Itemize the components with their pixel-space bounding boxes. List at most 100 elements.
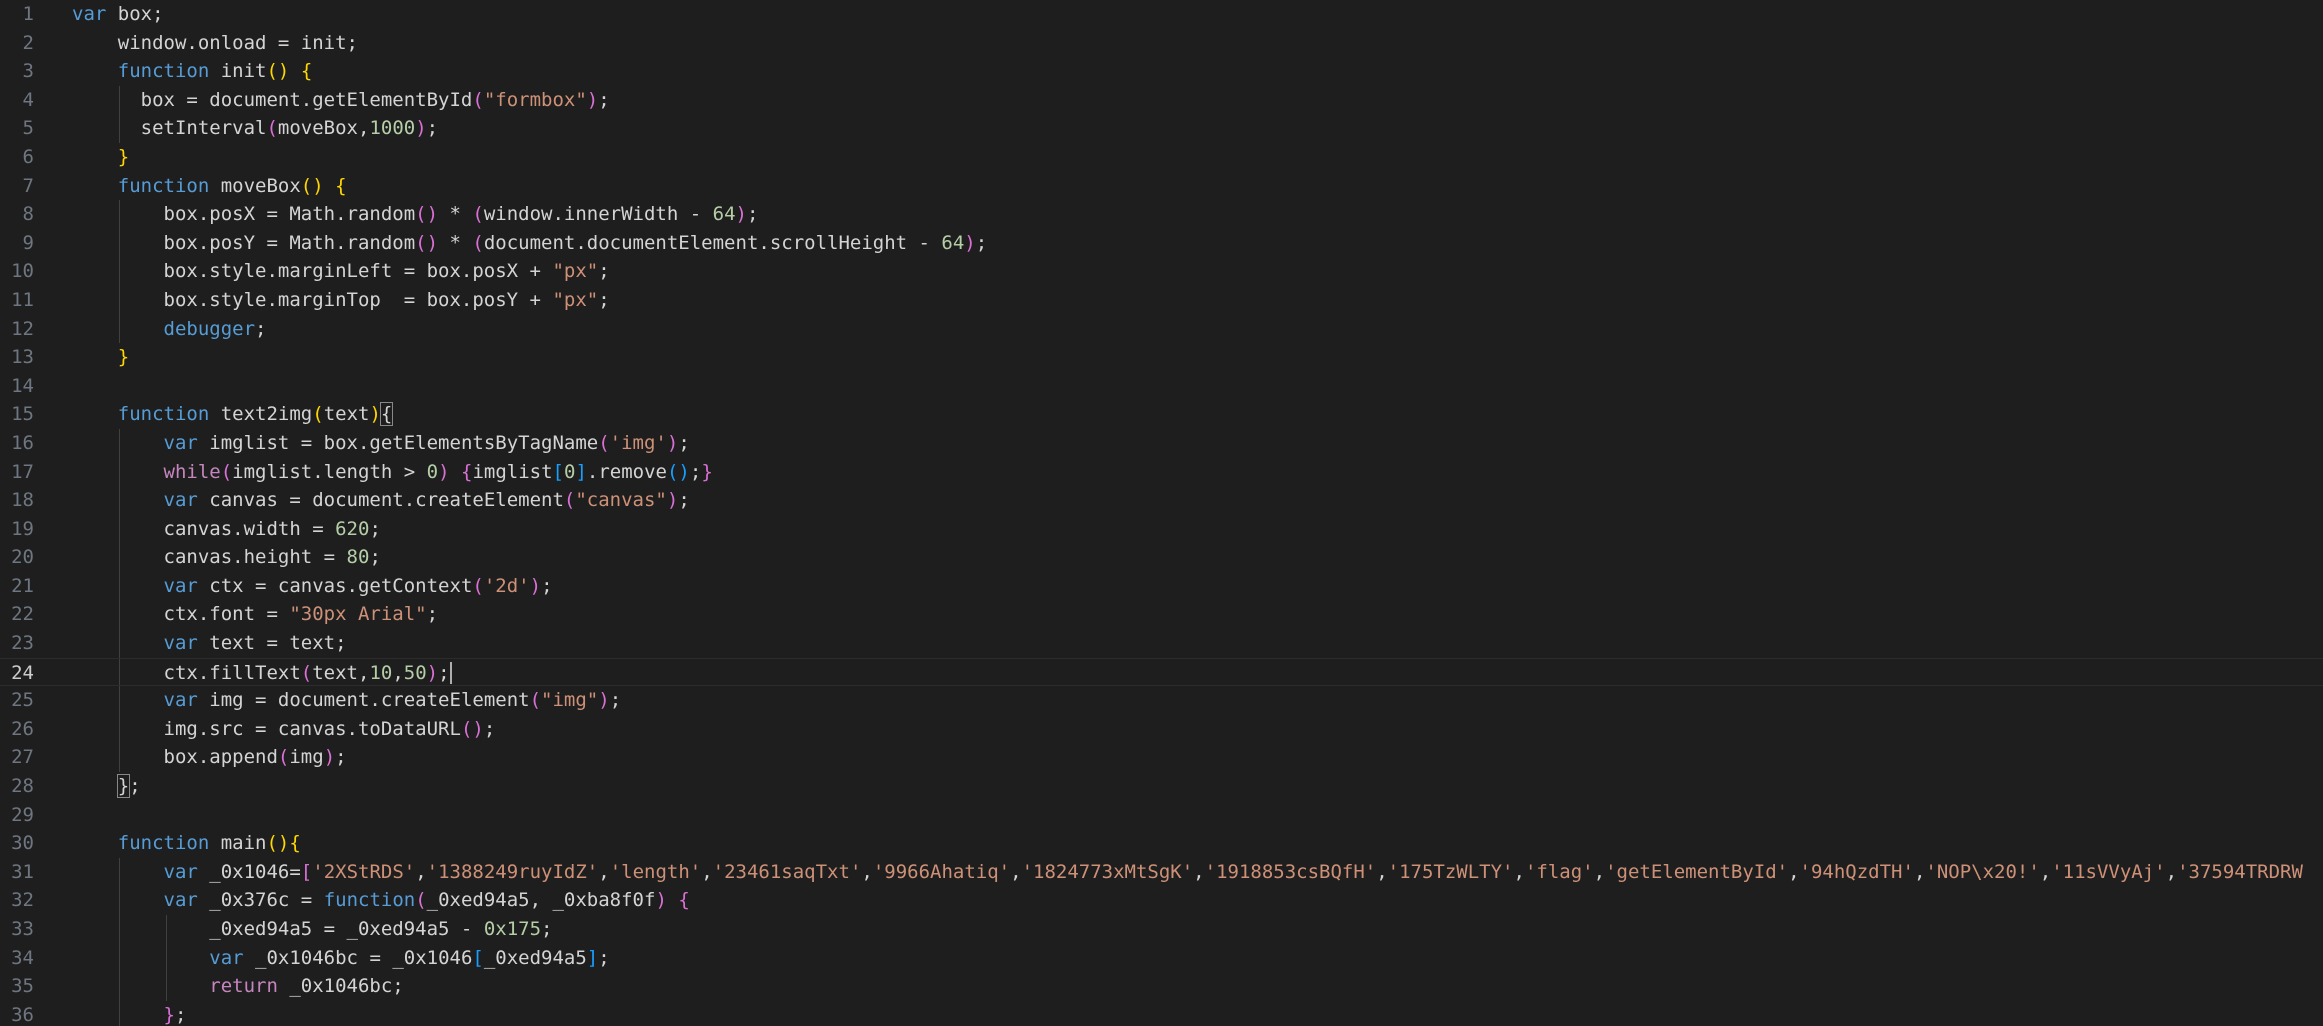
line-number: 6 — [22, 145, 34, 168]
code-line[interactable]: 19 canvas.width = 620; — [0, 514, 2323, 544]
code-line[interactable]: 14 — [0, 372, 2323, 401]
code-line[interactable]: 28 }; — [0, 772, 2323, 801]
line-code[interactable]: box.style.marginTop = box.posY + "px"; — [72, 286, 610, 315]
line-code[interactable]: box.style.marginLeft = box.posX + "px"; — [72, 257, 610, 286]
code-line[interactable]: 26 img.src = canvas.toDataURL(); — [0, 714, 2323, 744]
line-code[interactable]: } — [72, 143, 129, 172]
code-line[interactable]: 5 setInterval(moveBox,1000); — [0, 114, 2323, 143]
line-code[interactable]: return _0x1046bc; — [72, 972, 403, 1001]
code-line[interactable]: 35 return _0x1046bc; — [0, 972, 2323, 1001]
code-line[interactable]: 32 var _0x376c = function(_0xed94a5, _0x… — [0, 886, 2323, 915]
code-token: ; — [975, 231, 988, 254]
line-code[interactable]: _0xed94a5 = _0xed94a5 - 0x175; — [72, 915, 552, 944]
code-line[interactable]: 17 while(imglist.length > 0) {imglist[0]… — [0, 457, 2323, 487]
line-code[interactable]: box = document.getElementById("formbox")… — [72, 86, 610, 115]
line-code[interactable]: ctx.font = "30px Arial"; — [72, 600, 439, 629]
line-code[interactable]: var ctx = canvas.getContext('2d'); — [72, 572, 553, 601]
line-code[interactable]: canvas.width = 620; — [72, 515, 381, 544]
code-token: 50 — [403, 661, 427, 684]
code-line[interactable]: 11 box.style.marginTop = box.posY + "px"… — [0, 285, 2323, 315]
line-code[interactable]: function moveBox() { — [72, 172, 347, 201]
line-code[interactable]: ctx.fillText(text,10,50); — [72, 659, 452, 688]
line-code[interactable]: box.posY = Math.random() * (document.doc… — [72, 229, 988, 258]
line-code[interactable]: } — [72, 343, 129, 372]
code-editor[interactable]: 1 var box; 2 window.onload = init; 3 functi… — [0, 0, 2323, 1026]
code-lines[interactable]: 1 var box; 2 window.onload = init; 3 functi… — [0, 0, 2323, 1026]
code-token: () — [666, 460, 690, 483]
line-code[interactable]: debugger; — [72, 315, 267, 344]
line-code[interactable]: box.posX = Math.random() * (window.inner… — [72, 200, 759, 229]
code-line[interactable]: 31 var _0x1046=['2XStRDS','1388249ruyIdZ… — [0, 857, 2323, 887]
code-token: ) — [323, 746, 336, 769]
code-line[interactable]: 2 window.onload = init; — [0, 29, 2323, 58]
code-token: canvas = document.createElement — [197, 489, 564, 512]
line-code[interactable]: window.onload = init; — [72, 29, 358, 58]
line-code[interactable]: function init() { — [72, 57, 313, 86]
code-line[interactable]: 27 box.append(img); — [0, 743, 2323, 773]
code-token: var — [163, 489, 198, 512]
line-code[interactable]: function main(){ — [72, 829, 301, 858]
code-line[interactable]: 16 var imglist = box.getElementsByTagNam… — [0, 428, 2323, 458]
code-token: window.innerWidth - — [483, 203, 713, 226]
line-code[interactable]: }; — [72, 1001, 187, 1026]
line-number: 23 — [11, 632, 34, 655]
code-token: { — [335, 174, 347, 197]
code-line[interactable]: 23 var text = text; — [0, 629, 2323, 658]
code-token: '175TzWLTY' — [1387, 860, 1514, 883]
code-line[interactable]: 22 ctx.font = "30px Arial"; — [0, 600, 2323, 630]
code-token: , — [701, 860, 713, 883]
code-line[interactable]: 21 var ctx = canvas.getContext('2d'); — [0, 571, 2323, 601]
code-line[interactable]: 4 box = document.getElementById("formbox… — [0, 85, 2323, 115]
code-token: 620 — [335, 517, 370, 540]
code-token: , — [861, 860, 873, 883]
line-code[interactable]: var imglist = box.getElementsByTagName('… — [72, 429, 690, 458]
code-line[interactable]: 34 var _0x1046bc = _0x1046[_0xed94a5]; — [0, 943, 2323, 973]
code-line[interactable]: 9 box.posY = Math.random() * (document.d… — [0, 228, 2323, 258]
code-token: , — [1788, 860, 1800, 883]
code-token: box = document.getElementById — [72, 88, 473, 111]
code-token: ; — [609, 689, 622, 712]
code-token: } — [701, 460, 713, 483]
code-line[interactable]: 12 debugger; — [0, 314, 2323, 344]
code-line[interactable]: 18 var canvas = document.createElement("… — [0, 486, 2323, 515]
line-code[interactable]: function text2img(text){ — [72, 400, 394, 429]
line-code[interactable]: img.src = canvas.toDataURL(); — [72, 715, 496, 744]
line-code[interactable]: canvas.height = 80; — [72, 543, 381, 572]
code-line[interactable]: 33 _0xed94a5 = _0xed94a5 - 0x175; — [0, 915, 2323, 944]
code-token: 80 — [346, 546, 370, 569]
code-line[interactable]: 20 canvas.height = 80; — [0, 543, 2323, 572]
code-token: , — [1513, 860, 1525, 883]
code-line[interactable]: 7 function moveBox() { — [0, 172, 2323, 201]
line-code[interactable]: var text = text; — [72, 629, 347, 658]
code-line[interactable]: 3 function init() { — [0, 57, 2323, 86]
code-line[interactable]: 13 } — [0, 343, 2323, 372]
code-token: ) — [735, 203, 747, 226]
code-line[interactable]: 36 }; — [0, 1000, 2323, 1026]
code-token: 'flag' — [1524, 860, 1594, 883]
code-token: setInterval — [72, 117, 267, 140]
code-line[interactable]: 24 ctx.fillText(text,10,50); — [0, 657, 2323, 688]
code-line[interactable]: 6 } — [0, 143, 2323, 172]
line-code[interactable]: box.append(img); — [72, 743, 347, 772]
code-line[interactable]: 10 box.style.marginLeft = box.posX + "px… — [0, 257, 2323, 286]
line-code[interactable]: var img = document.createElement("img"); — [72, 686, 622, 715]
line-code[interactable]: var box; — [72, 0, 164, 29]
line-code[interactable]: var canvas = document.createElement("can… — [72, 486, 690, 515]
line-code[interactable]: var _0x376c = function(_0xed94a5, _0xba8… — [72, 886, 690, 915]
code-line[interactable]: 8 box.posX = Math.random() * (window.inn… — [0, 200, 2323, 229]
code-token: imglist = box.getElementsByTagName — [197, 431, 599, 454]
line-code[interactable]: }; — [72, 772, 141, 801]
line-code[interactable]: var _0x1046bc = _0x1046[_0xed94a5]; — [72, 944, 609, 973]
code-line[interactable]: 30 function main(){ — [0, 829, 2323, 858]
line-code[interactable]: while(imglist.length > 0) {imglist[0].re… — [72, 458, 713, 487]
code-line[interactable]: 15 function text2img(text){ — [0, 400, 2323, 429]
code-line[interactable]: 1 var box; — [0, 0, 2323, 29]
code-line[interactable]: 29 — [0, 801, 2323, 830]
line-code[interactable]: var _0x1046=['2XStRDS','1388249ruyIdZ','… — [72, 858, 2303, 887]
code-token: ; — [689, 460, 702, 483]
line-code[interactable]: setInterval(moveBox,1000); — [72, 114, 438, 143]
code-token: ; — [598, 88, 610, 111]
code-line[interactable]: 25 var img = document.createElement("img… — [0, 686, 2323, 715]
